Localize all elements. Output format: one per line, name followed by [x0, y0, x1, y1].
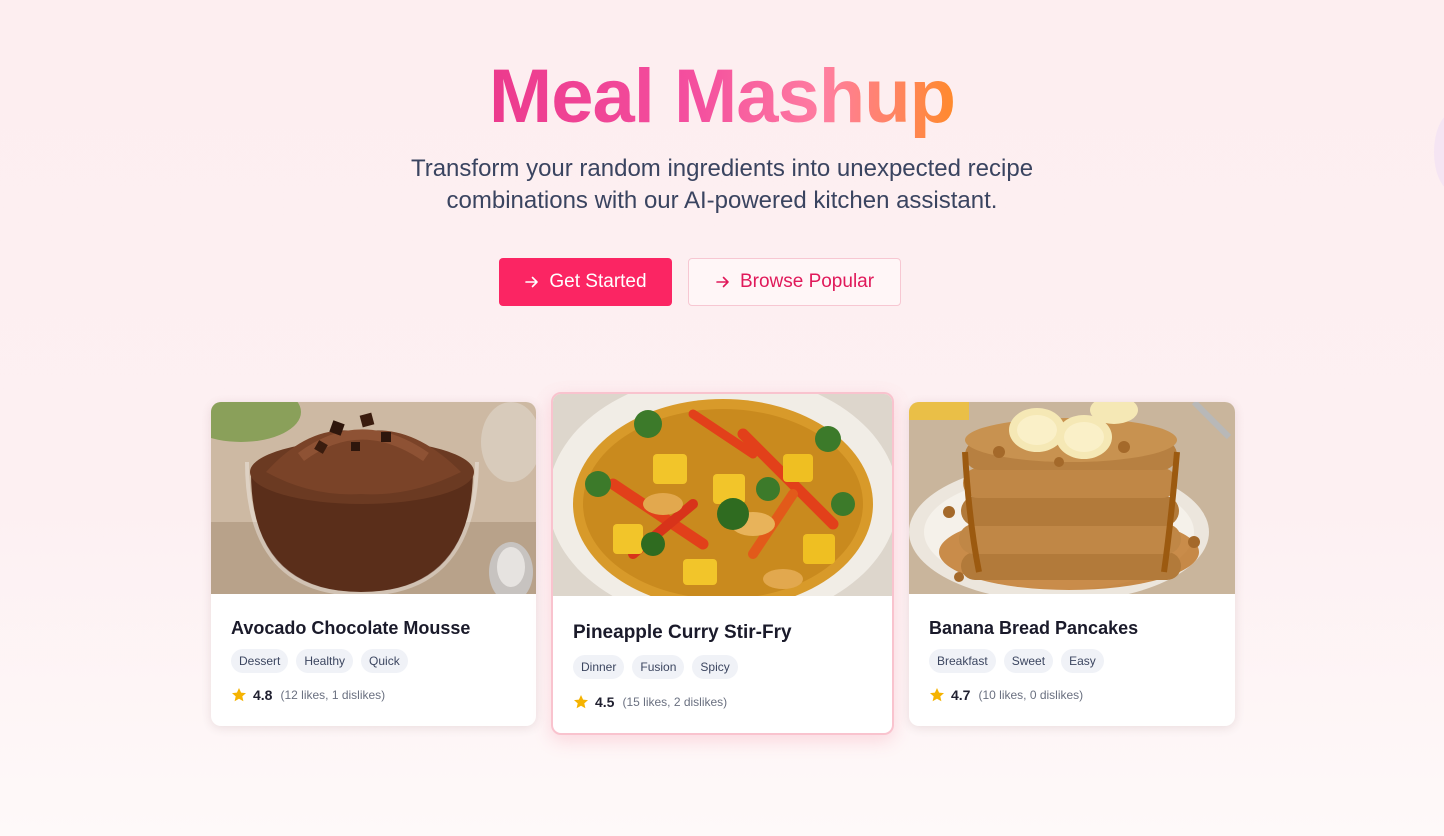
recipe-rating: 4.8 (12 likes, 1 dislikes) [231, 687, 385, 703]
recipe-title: Banana Bread Pancakes [929, 618, 1139, 638]
vote-counts: (10 likes, 0 dislikes) [978, 688, 1084, 702]
tag[interactable]: Easy [1061, 649, 1104, 673]
recipe-rating: 4.5 (15 likes, 2 dislikes) [573, 694, 727, 710]
rating-score: 4.5 [595, 694, 615, 710]
recipe-title: Pineapple Curry Stir-Fry [573, 622, 792, 643]
recipe-tags: Dinner Fusion Spicy [573, 655, 738, 679]
recipe-card[interactable]: Avocado Chocolate Mousse Dessert Healthy… [211, 402, 536, 726]
recipe-card[interactable]: Banana Bread Pancakes Breakfast Sweet Ea… [909, 402, 1235, 726]
tag[interactable]: Sweet [1003, 649, 1054, 673]
recipe-card-featured[interactable]: Pineapple Curry Stir-Fry Dinner Fusion S… [551, 392, 894, 735]
tag[interactable]: Healthy [296, 649, 354, 673]
browse-popular-label: Browse Popular [739, 271, 875, 292]
tag[interactable]: Breakfast [929, 649, 996, 673]
recipe-title: Avocado Chocolate Mousse [231, 618, 471, 638]
star-icon [930, 688, 944, 702]
star-icon [574, 695, 588, 709]
rating-score: 4.7 [951, 687, 971, 703]
browse-popular-button[interactable]: Browse Popular [688, 258, 901, 306]
get-started-button[interactable]: Get Started [499, 258, 672, 306]
recipe-tags: Breakfast Sweet Easy [929, 649, 1104, 673]
tag[interactable]: Dinner [573, 655, 625, 679]
star-icon [232, 688, 246, 702]
page-title: Meal Mashup [488, 54, 956, 139]
hero-subtitle: Transform your random ingredients into u… [410, 155, 1034, 214]
arrow-right-icon [716, 276, 729, 288]
curry-stir-fry-photo [553, 394, 892, 596]
banana-pancakes-photo [909, 402, 1235, 594]
recipe-tags: Dessert Healthy Quick [231, 649, 408, 673]
vote-counts: (12 likes, 1 dislikes) [280, 688, 386, 702]
tag[interactable]: Dessert [231, 649, 289, 673]
tag[interactable]: Quick [361, 649, 408, 673]
recipe-rating: 4.7 (10 likes, 0 dislikes) [929, 687, 1083, 703]
get-started-label: Get Started [549, 271, 647, 292]
vote-counts: (15 likes, 2 dislikes) [622, 695, 728, 709]
arrow-right-icon [525, 276, 539, 288]
tag[interactable]: Fusion [632, 655, 685, 679]
rating-score: 4.8 [253, 687, 273, 703]
tag[interactable]: Spicy [692, 655, 738, 679]
chocolate-mousse-photo [211, 402, 536, 594]
